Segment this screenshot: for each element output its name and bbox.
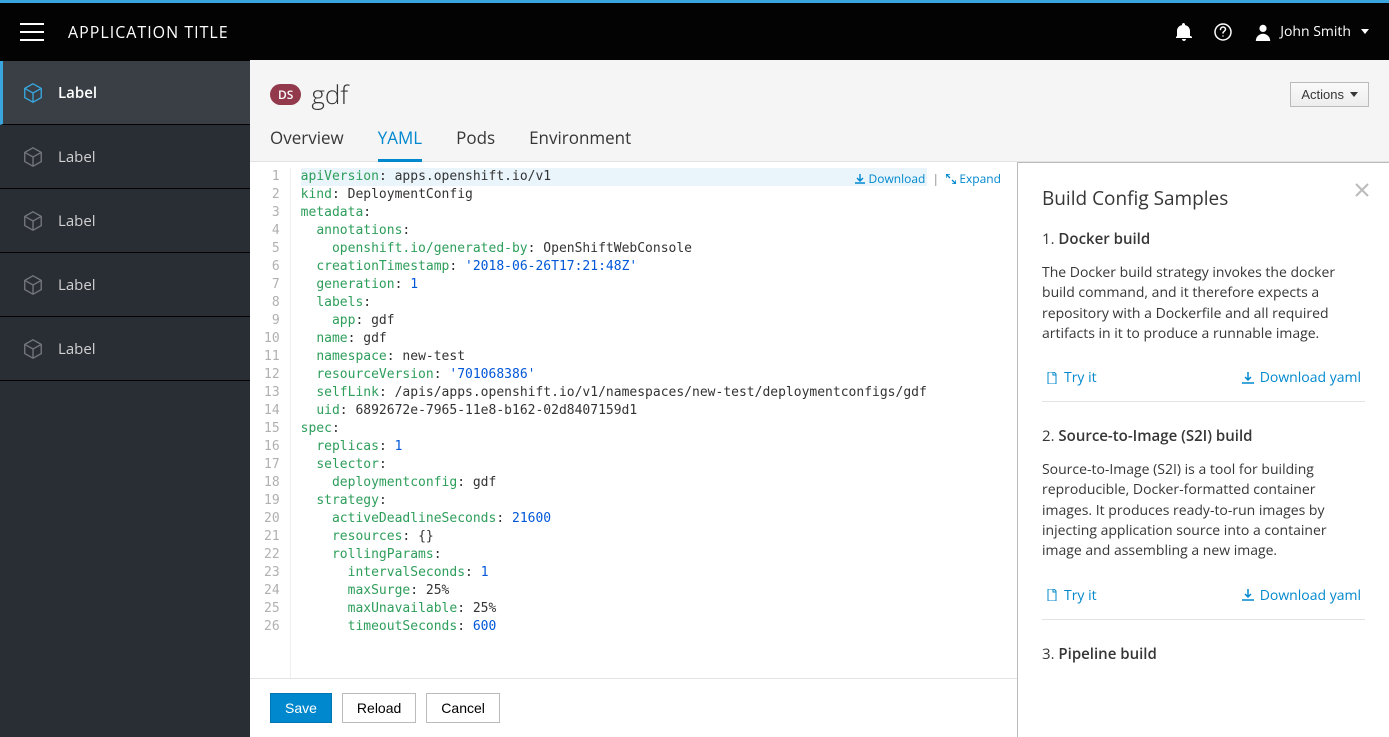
samples-panel: Build Config Samples Docker build The Doc… <box>1017 162 1389 737</box>
sidebar-item-label: Label <box>58 275 96 295</box>
sample-title: Source-to-Image (S2I) build <box>1042 426 1365 446</box>
sample-desc: The Docker build strategy invokes the do… <box>1042 263 1365 344</box>
samples-title: Build Config Samples <box>1042 185 1365 211</box>
sidebar-item[interactable]: Label <box>0 61 250 125</box>
tab-yaml[interactable]: YAML <box>378 126 422 162</box>
yaml-editor-pane: Download | Expand 1234567891011121314151… <box>250 162 1017 737</box>
editor-toolbar: Download | Expand <box>855 170 1001 187</box>
tab-overview[interactable]: Overview <box>270 126 344 161</box>
cancel-button[interactable]: Cancel <box>426 693 500 723</box>
close-icon[interactable] <box>1355 183 1369 202</box>
actions-dropdown[interactable]: Actions <box>1290 82 1369 107</box>
notifications-icon[interactable] <box>1176 23 1192 41</box>
chevron-down-icon <box>1361 29 1369 34</box>
menu-toggle-icon[interactable] <box>20 23 44 41</box>
download-yaml-link[interactable]: Download yaml <box>1242 368 1361 387</box>
sidebar-item-label: Label <box>58 147 96 167</box>
reload-button[interactable]: Reload <box>342 693 416 723</box>
try-it-link[interactable]: Try it <box>1046 586 1097 605</box>
sidebar-item-label: Label <box>58 83 97 103</box>
page-header: DS gdf Actions Overview YAML Pods Environme… <box>250 60 1389 162</box>
sample-item: Docker build The Docker build strategy in… <box>1042 229 1365 402</box>
sample-item: Source-to-Image (S2I) build Source-to-Ima… <box>1042 426 1365 619</box>
sidebar-item[interactable]: Label <box>0 125 250 189</box>
chevron-down-icon <box>1350 92 1358 97</box>
help-icon[interactable] <box>1214 23 1232 41</box>
page-title: gdf <box>311 76 348 112</box>
sample-desc: Source-to-Image (S2I) is a tool for buil… <box>1042 460 1365 561</box>
resource-badge: DS <box>270 84 301 105</box>
sidebar-item-label: Label <box>58 211 96 231</box>
app-title: APPLICATION TITLE <box>68 21 229 43</box>
tabs: Overview YAML Pods Environment <box>270 112 631 161</box>
sidebar-item[interactable]: Label <box>0 317 250 381</box>
tab-pods[interactable]: Pods <box>456 126 495 161</box>
sample-item: Pipeline build <box>1042 644 1365 664</box>
user-name: John Smith <box>1280 22 1351 41</box>
sidebar-item[interactable]: Label <box>0 253 250 317</box>
save-button[interactable]: Save <box>270 693 332 723</box>
yaml-editor[interactable]: 1234567891011121314151617181920212223242… <box>250 162 1017 678</box>
sample-title: Pipeline build <box>1042 644 1365 664</box>
main-content: DS gdf Actions Overview YAML Pods Environme… <box>250 60 1389 737</box>
sample-title: Docker build <box>1042 229 1365 249</box>
user-menu[interactable]: John Smith <box>1254 22 1369 41</box>
expand-link[interactable]: Expand <box>946 170 1001 187</box>
editor-footer: Save Reload Cancel <box>250 678 1017 737</box>
sidebar-item[interactable]: Label <box>0 189 250 253</box>
download-yaml-link[interactable]: Download yaml <box>1242 586 1361 605</box>
sidebar: Label Label Label Label Label <box>0 60 250 737</box>
try-it-link[interactable]: Try it <box>1046 368 1097 387</box>
tab-environment[interactable]: Environment <box>529 126 631 161</box>
sidebar-item-label: Label <box>58 339 96 359</box>
top-bar: APPLICATION TITLE John Smith <box>0 3 1389 60</box>
download-link[interactable]: Download <box>855 170 928 187</box>
user-icon <box>1254 23 1272 41</box>
